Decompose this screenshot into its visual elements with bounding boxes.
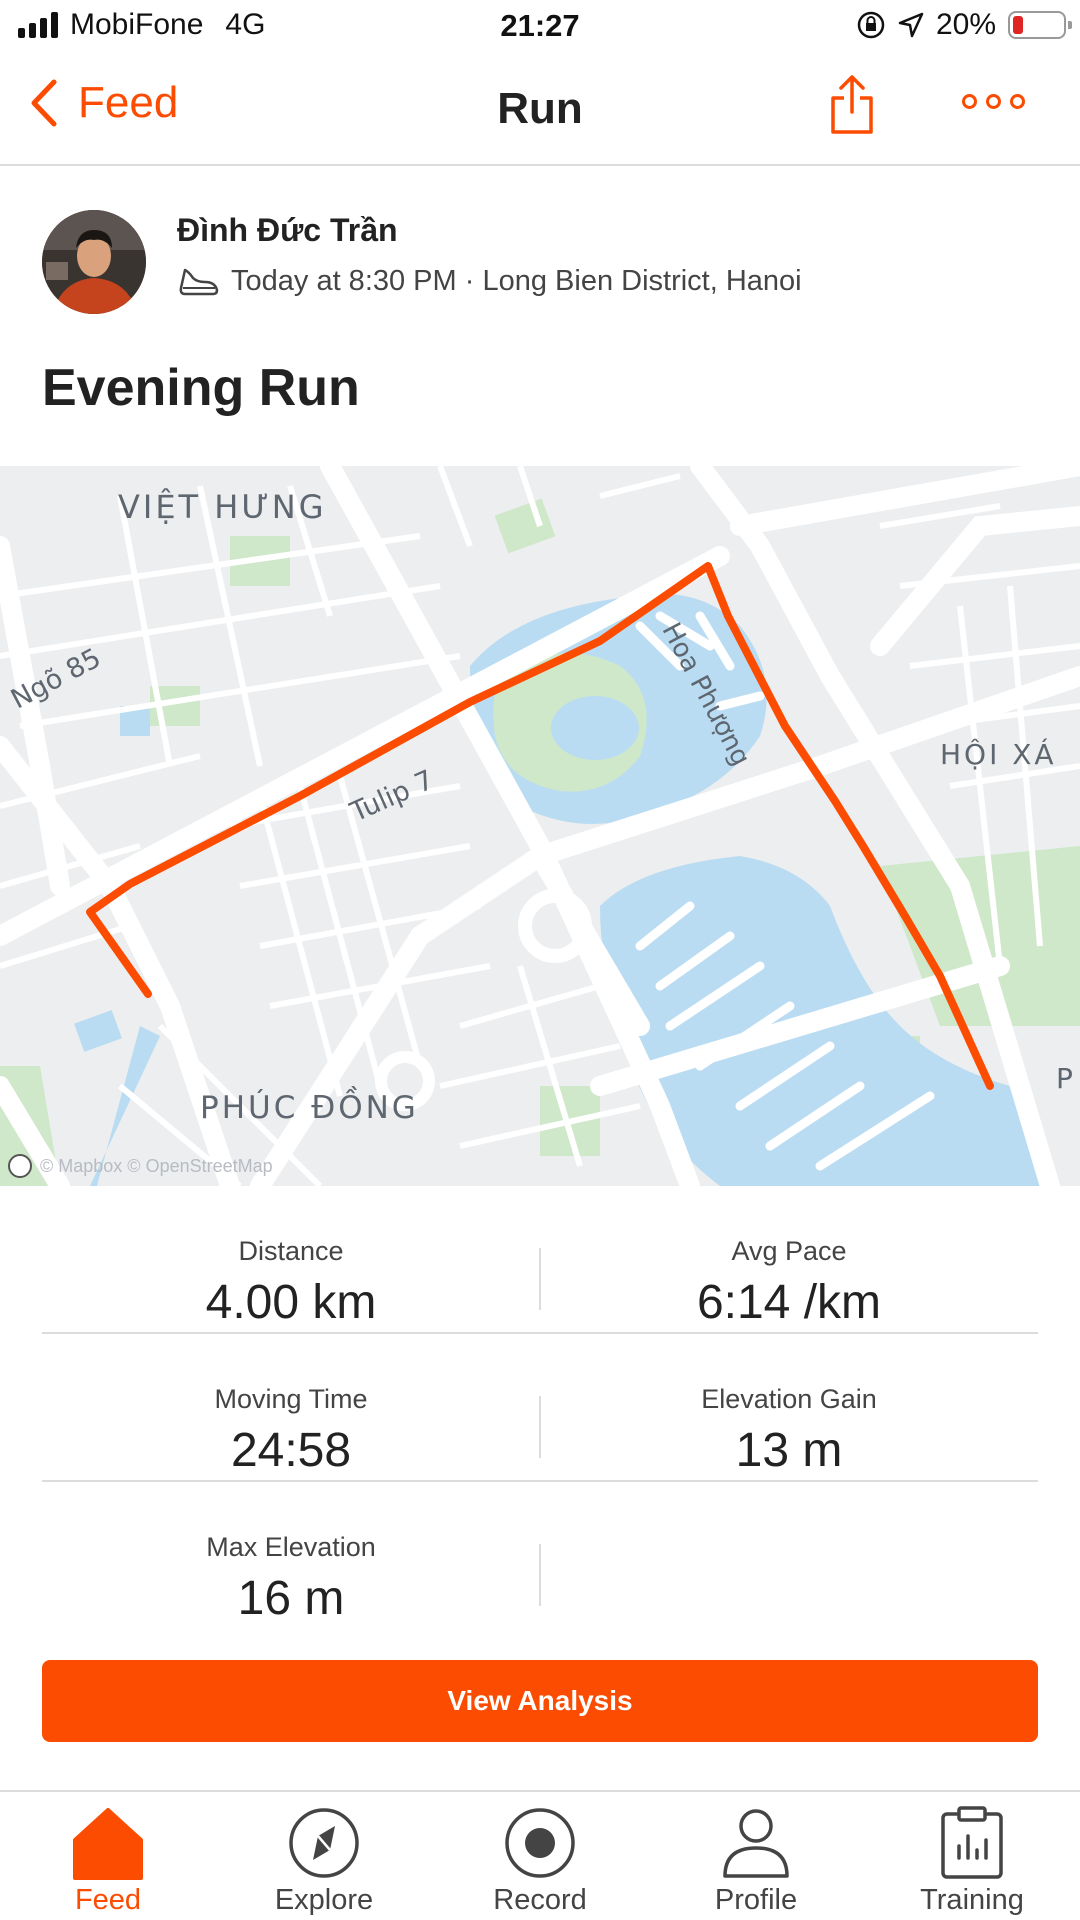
location-arrow-icon [898,12,924,38]
status-bar: MobiFone 4G 21:27 20% [0,0,1080,54]
tab-record[interactable]: Record [432,1798,648,1920]
tab-training[interactable]: Training [864,1798,1080,1920]
orientation-lock-icon [857,11,885,39]
stat-distance: Distance 4.00 km [42,1186,540,1330]
view-analysis-button[interactable]: View Analysis [42,1660,1038,1742]
stat-row: Max Elevation 16 m [42,1482,1038,1630]
stat-label: Avg Pace [731,1236,847,1266]
attribution-text: © Mapbox © OpenStreetMap [40,1155,273,1176]
tab-label: Explore [274,1884,374,1916]
signal-icon [18,12,58,38]
map-label-hoi-xa: HỘI XÁ [940,738,1057,771]
back-button[interactable]: Feed [28,78,178,128]
tab-feed[interactable]: Feed [0,1798,216,1920]
tab-label: Record [493,1884,587,1916]
network-type: 4G [225,8,266,41]
stat-value: 6:14 /km [696,1276,882,1329]
tab-profile[interactable]: Profile [648,1798,864,1920]
share-button[interactable] [828,74,876,141]
stat-max-elevation: Max Elevation 16 m [42,1482,540,1626]
battery-fill [1013,16,1023,34]
record-icon [505,1808,575,1878]
carrier-name: MobiFone [70,8,204,41]
activity-title: Evening Run [42,359,360,417]
compass-icon [289,1808,359,1878]
map-label-phuc-dong: PHÚC ĐỒNG [200,1090,419,1126]
share-icon [831,75,873,134]
stat-label: Elevation Gain [701,1384,877,1414]
stat-row: Moving Time 24:58 Elevation Gain 13 m [42,1334,1038,1482]
stat-divider [539,1544,541,1606]
stats-panel: Distance 4.00 km Avg Pace 6:14 /km Movin… [42,1186,1038,1630]
activity-meta: Today at 8:30 PM · Long Bien District, H… [177,264,802,298]
activity-meta-text: Today at 8:30 PM · Long Bien District, H… [231,264,802,297]
nav-bar: Feed Run [0,54,1080,166]
status-left: MobiFone 4G [18,8,265,42]
tab-explore[interactable]: Explore [216,1798,432,1920]
map-label-edge: P [1056,1062,1073,1095]
mapbox-logo-icon [8,1154,32,1178]
stat-moving-time: Moving Time 24:58 [42,1334,540,1478]
stat-elevation-gain: Elevation Gain 13 m [540,1334,1038,1478]
map-label-viet-hung: VIỆT HƯNG [118,488,327,526]
stat-avg-pace: Avg Pace 6:14 /km [540,1186,1038,1330]
stat-label: Max Elevation [206,1532,376,1562]
route-map[interactable]: VIỆT HƯNG Ngõ 85 Hoa Phượng HỘI XÁ Tulip… [0,466,1080,1186]
stat-value: 16 m [237,1572,345,1625]
tab-label: Profile [714,1884,798,1916]
back-label: Feed [78,78,179,127]
battery-icon [1008,11,1072,39]
map-canvas [0,466,1080,1186]
tab-label: Training [920,1884,1024,1916]
athlete-name[interactable]: Đình Đức Trần [177,212,398,249]
avatar[interactable] [42,210,146,314]
home-icon [73,1808,143,1880]
chevron-left-icon [31,79,57,127]
stat-label: Moving Time [214,1384,368,1414]
more-icon[interactable] [962,94,1025,109]
battery-percent: 20% [935,8,996,41]
shoe-icon [179,268,219,296]
profile-icon [723,1809,789,1878]
stat-value: 13 m [735,1424,843,1477]
training-icon [941,1806,1003,1879]
stat-value: 24:58 [230,1424,352,1477]
map-attribution[interactable]: © Mapbox © OpenStreetMap [8,1154,273,1178]
tab-bar: Feed Explore Record Profile Training [0,1790,1080,1920]
tab-label: Feed [74,1884,142,1916]
stat-label: Distance [238,1236,344,1266]
stat-value: 4.00 km [205,1276,377,1329]
status-right: 20% [856,8,1072,42]
stat-row: Distance 4.00 km Avg Pace 6:14 /km [42,1186,1038,1334]
